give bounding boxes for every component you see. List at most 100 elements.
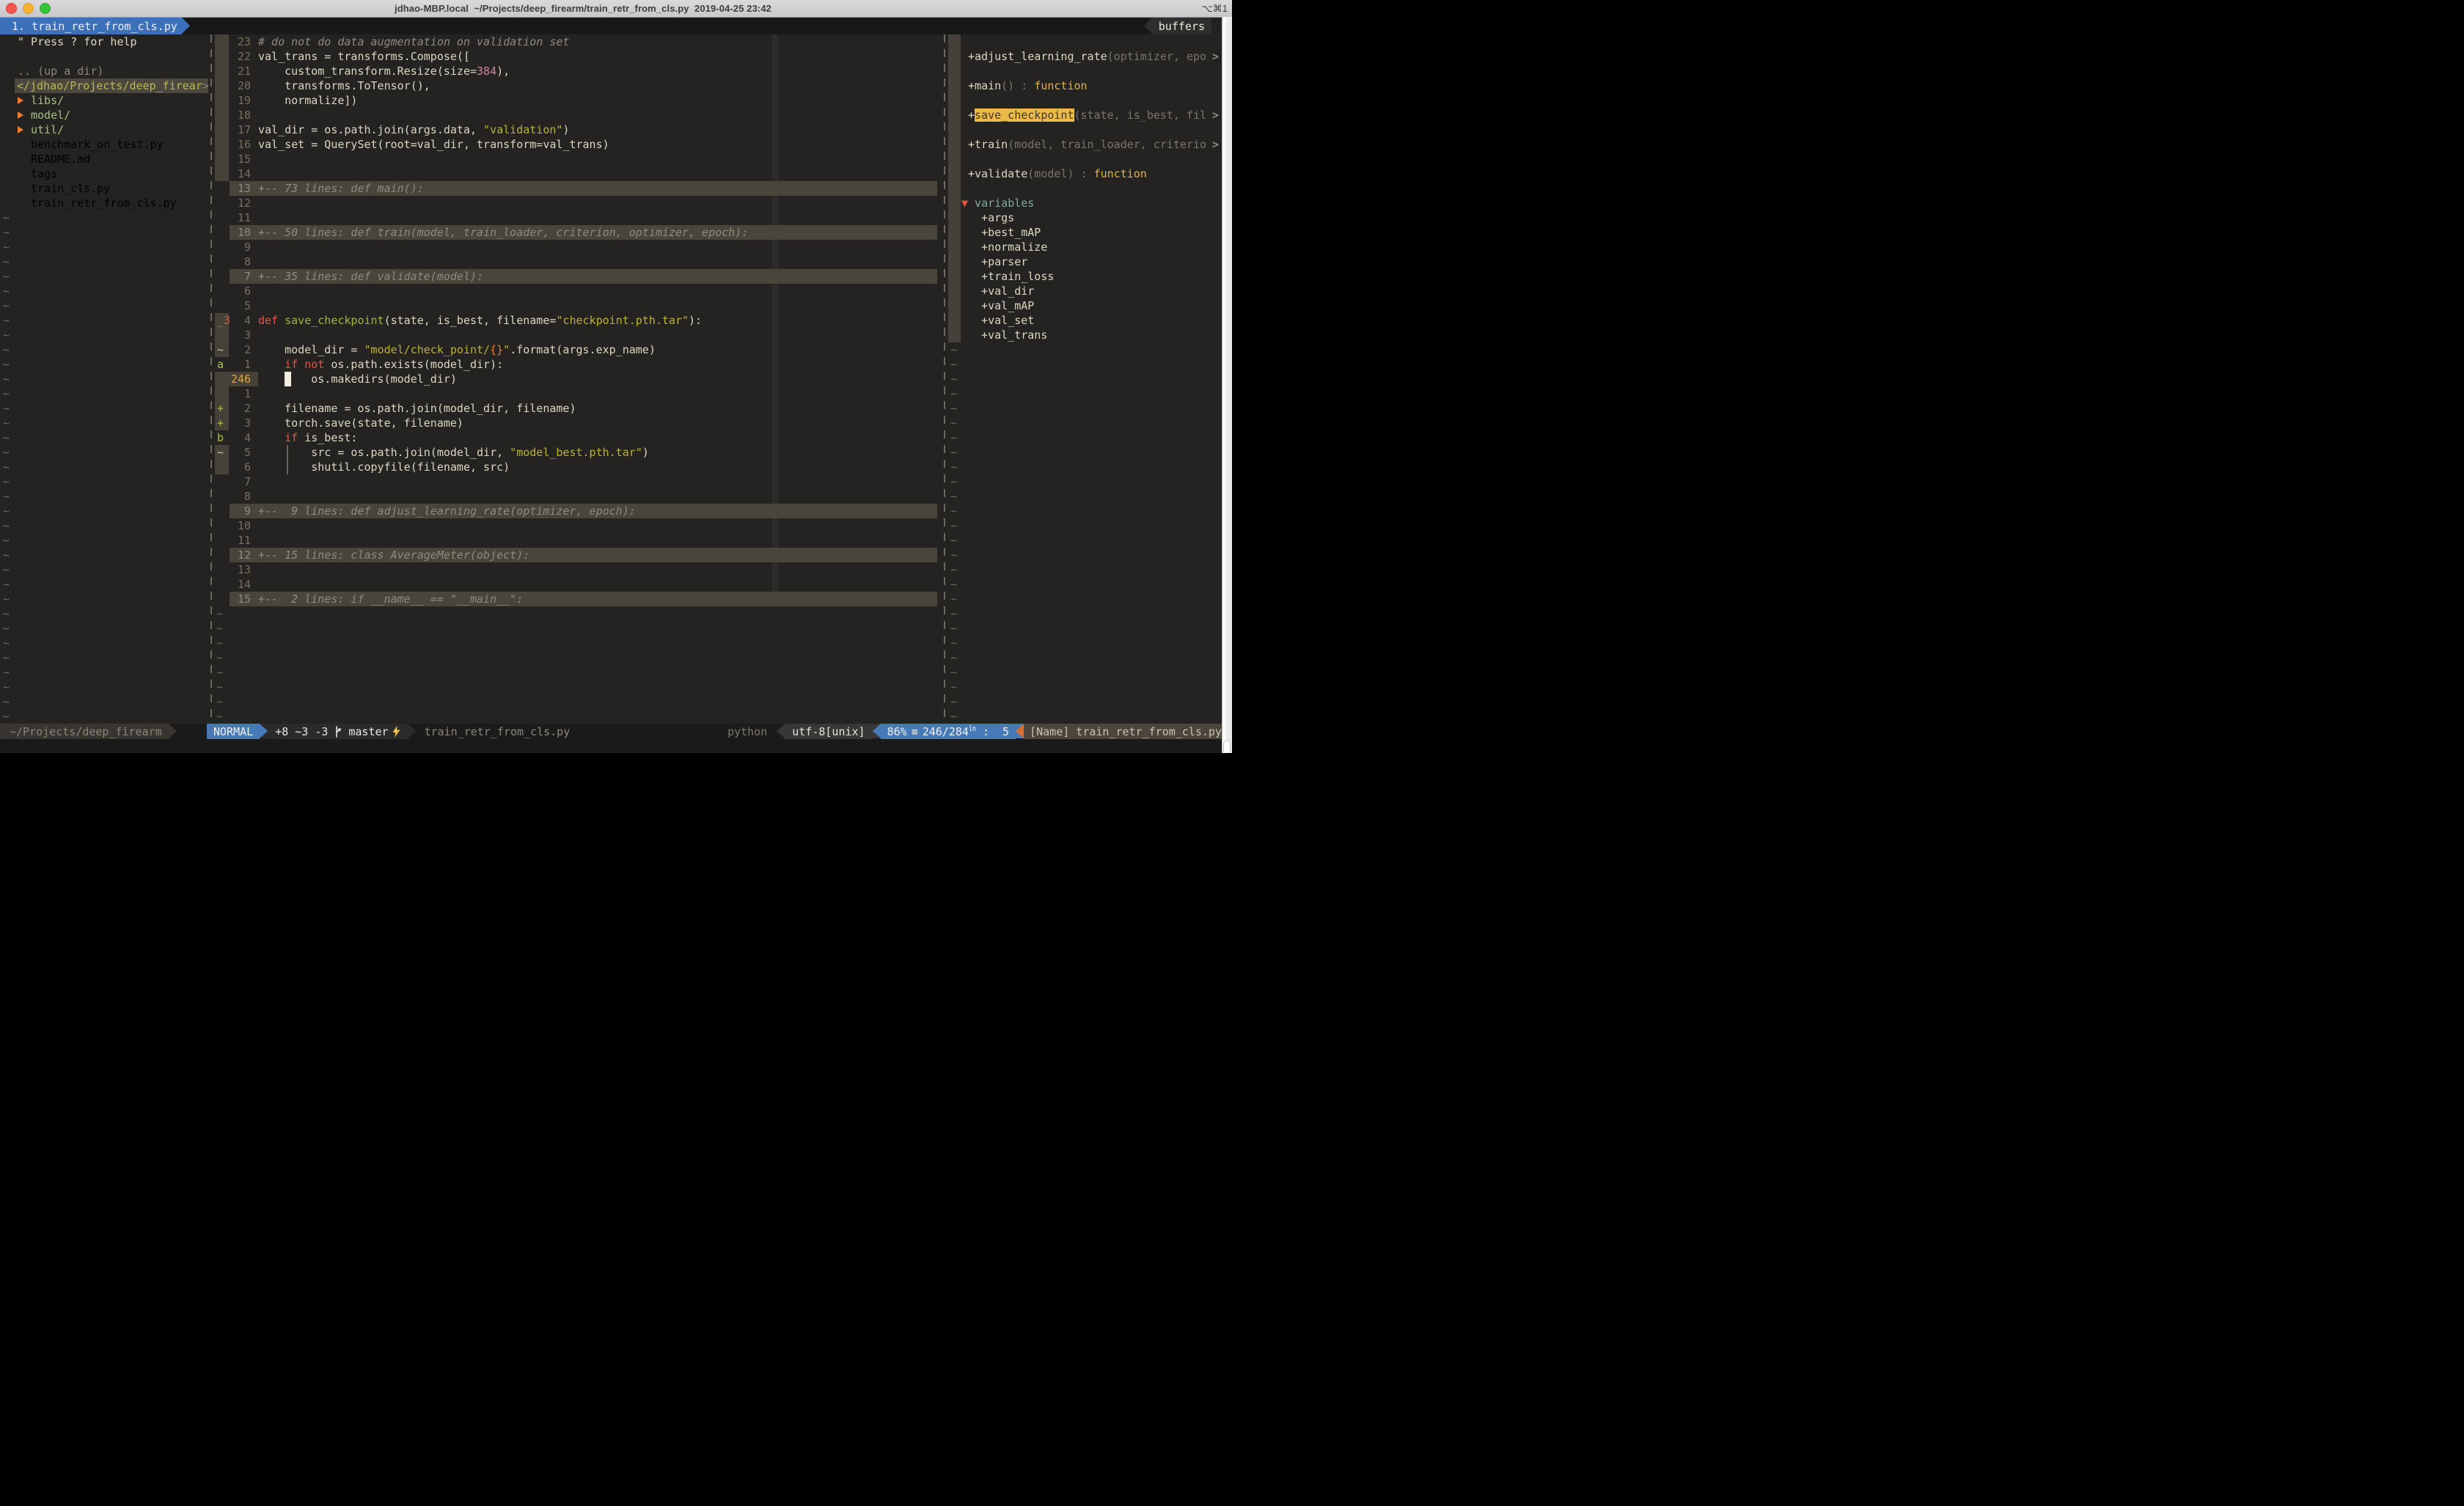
code-line[interactable]: _34def save_checkpoint(state, is_best, f… xyxy=(215,313,942,328)
scrollbar-thumb[interactable] xyxy=(1223,740,1231,753)
gutter-gap xyxy=(251,269,258,284)
tagbar-tag-item[interactable]: +args xyxy=(948,210,1222,225)
gutter-sign: ~ xyxy=(215,445,229,460)
code-line[interactable]: 20 transforms.ToTensor(), xyxy=(215,78,942,93)
minimize-button[interactable] xyxy=(23,3,34,14)
nerdtree-file-item[interactable]: train_retr_from_cls.py xyxy=(0,196,208,210)
filler-tilde: ~ xyxy=(0,474,208,489)
gutter-gap xyxy=(251,562,258,577)
code-fold-line[interactable]: 13+-- 73 lines: def main(): xyxy=(215,181,942,196)
code-line[interactable]: 13 xyxy=(215,562,942,577)
nerdtree-file-item[interactable]: tags xyxy=(0,166,208,181)
code-line[interactable]: 5 xyxy=(215,298,942,313)
code-line[interactable]: 6 shutil.copyfile(filename, src) xyxy=(215,460,942,474)
tagbar-blank-row xyxy=(948,93,1222,108)
nerdtree-root-item[interactable]: </jdhao/Projects/deep_firear> xyxy=(0,78,208,93)
code-line[interactable]: 14 xyxy=(215,577,942,592)
nerdtree-text-row[interactable]: " Press ? for help xyxy=(0,34,208,49)
nerdtree-file-item[interactable]: README.md xyxy=(0,152,208,166)
line-number: 13 xyxy=(229,181,251,196)
statusline-nerdtree-path: ~/Projects/deep_firearm xyxy=(0,724,169,739)
code-line[interactable]: 246 os.makedirs(model_dir) xyxy=(215,372,942,386)
tagbar-tag-item[interactable]: +val_mAP xyxy=(948,298,1222,313)
code-line[interactable]: a1 if not os.path.exists(model_dir): xyxy=(215,357,942,372)
zoom-button[interactable] xyxy=(40,3,51,14)
nerdtree-file-item[interactable]: benchmark_on_test.py xyxy=(0,137,208,152)
fold-open-triangle-icon: ▼ xyxy=(961,196,968,210)
code-text xyxy=(258,254,942,269)
tagbar-tag-item[interactable]: +main() : function xyxy=(948,78,1222,93)
nerdtree-text-row[interactable]: .. (up a dir) xyxy=(0,64,208,78)
tagbar-tag-item[interactable]: +adjust_learning_rate(optimizer, epo> xyxy=(948,49,1222,64)
tagbar-tag-item[interactable]: +parser xyxy=(948,254,1222,269)
code-line[interactable]: 6 xyxy=(215,284,942,298)
code-line[interactable]: 10 xyxy=(215,518,942,533)
filler-tilde: ~ xyxy=(215,665,942,680)
filler-tilde: ~ xyxy=(0,401,208,416)
code-line[interactable]: +3 torch.save(state, filename) xyxy=(215,416,942,430)
tagbar-tag-item[interactable]: +best_mAP xyxy=(948,225,1222,240)
code-line[interactable]: 23# do not do data augmentation on valid… xyxy=(215,34,942,49)
window-separator-right[interactable] xyxy=(942,34,948,724)
tab-train-retr-from-cls[interactable]: 1. train_retr_from_cls.py xyxy=(0,18,182,34)
tagbar-tag-item[interactable]: +train(model, train_loader, criterio> xyxy=(948,137,1222,152)
code-line[interactable]: 22val_trans = transforms.Compose([ xyxy=(215,49,942,64)
code-line[interactable]: 14 xyxy=(215,166,942,181)
nerdtree-dir-item[interactable]: util/ xyxy=(0,122,208,137)
tagbar-token: () : xyxy=(1001,79,1034,92)
tagbar-tag-item[interactable]: +train_loss xyxy=(948,269,1222,284)
buffers-label[interactable]: buffers xyxy=(1152,18,1211,34)
code-line[interactable]: 3 xyxy=(215,328,942,342)
code-fold-line[interactable]: 12+-- 15 lines: class AverageMeter(objec… xyxy=(215,548,942,562)
code-text xyxy=(258,489,942,504)
code-fold-line[interactable]: 10+-- 50 lines: def train(model, train_l… xyxy=(215,225,942,240)
code-line[interactable]: ~2 model_dir = "model/check_point/{}".fo… xyxy=(215,342,942,357)
nerdtree-dir-item[interactable]: libs/ xyxy=(0,93,208,108)
line-number: 22 xyxy=(229,49,251,64)
code-fold-line[interactable]: 7+-- 35 lines: def validate(model): xyxy=(215,269,942,284)
code-line[interactable]: 1 xyxy=(215,386,942,401)
code-line[interactable]: ~5 src = os.path.join(model_dir, "model_… xyxy=(215,445,942,460)
code-line[interactable]: 9 xyxy=(215,240,942,254)
code-line[interactable]: 16val_set = QuerySet(root=val_dir, trans… xyxy=(215,137,942,152)
code-fold-line[interactable]: 9+-- 9 lines: def adjust_learning_rate(o… xyxy=(215,504,942,518)
filler-tilde: ~ xyxy=(948,650,1222,665)
tagbar-tag-item[interactable]: +save_checkpoint(state, is_best, fil> xyxy=(948,108,1222,122)
command-line[interactable] xyxy=(0,739,1222,753)
tagbar-kind-variables[interactable]: ▼ variables xyxy=(948,196,1222,210)
code-line[interactable]: 15 xyxy=(215,152,942,166)
gutter-gap xyxy=(251,445,258,460)
tagbar-tag-item[interactable]: +val_dir xyxy=(948,284,1222,298)
statusline-arrow xyxy=(169,724,177,738)
code-line[interactable]: 18 xyxy=(215,108,942,122)
close-button[interactable] xyxy=(6,3,17,14)
tagbar-tag-item[interactable]: +normalize xyxy=(948,240,1222,254)
code-line[interactable]: 17val_dir = os.path.join(args.data, "val… xyxy=(215,122,942,137)
nerdtree-file-item[interactable]: train_cls.py xyxy=(0,181,208,196)
code-fold-line[interactable]: 15+-- 2 lines: if __name__ == "__main__"… xyxy=(215,592,942,606)
filler-tilde: ~ xyxy=(0,694,208,709)
filler-tilde: ~ xyxy=(948,460,1222,474)
window-separator-left[interactable] xyxy=(208,34,215,724)
gutter-sign xyxy=(215,548,229,562)
filler-tilde: ~ xyxy=(0,709,208,724)
code-line[interactable]: b4 if is_best: xyxy=(215,430,942,445)
tagbar-tag-item[interactable]: +val_trans xyxy=(948,328,1222,342)
nerdtree-dir-item[interactable]: model/ xyxy=(0,108,208,122)
code-line[interactable]: 21 custom_transform.Resize(size=384), xyxy=(215,64,942,78)
code-line[interactable]: +2 filename = os.path.join(model_dir, fi… xyxy=(215,401,942,416)
line-number: 8 xyxy=(229,254,251,269)
code-line[interactable]: 11 xyxy=(215,210,942,225)
tagbar-tag-item[interactable]: +val_set xyxy=(948,313,1222,328)
code-line[interactable]: 12 xyxy=(215,196,942,210)
code-token: if xyxy=(285,431,298,444)
line-number: 1 xyxy=(229,357,251,372)
code-line[interactable]: 7 xyxy=(215,474,942,489)
code-line[interactable]: 8 xyxy=(215,254,942,269)
code-line[interactable]: 19 normalize]) xyxy=(215,93,942,108)
code-line[interactable]: 8 xyxy=(215,489,942,504)
code-token: "validation" xyxy=(483,123,562,136)
scroll-percent: 86% xyxy=(887,724,907,739)
code-line[interactable]: 11 xyxy=(215,533,942,548)
tagbar-tag-item[interactable]: +validate(model) : function xyxy=(948,166,1222,181)
